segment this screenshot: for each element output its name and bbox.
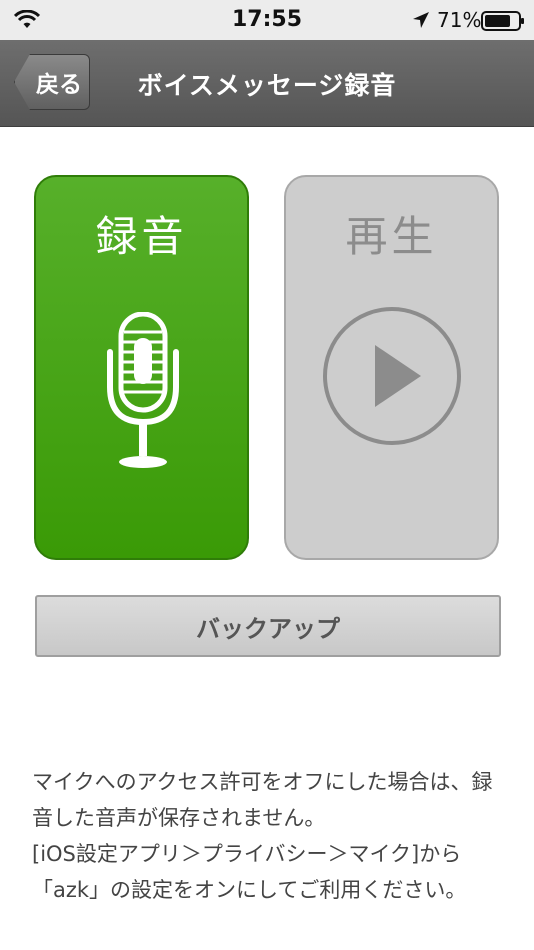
permission-info: マイクへのアクセス許可をオフにした場合は、録 音した音声が保存されません。 [i… (32, 764, 516, 908)
microphone-icon (107, 312, 179, 468)
play-icon (323, 307, 461, 445)
record-label: 録音 (95, 212, 188, 261)
battery-percent: 71% (437, 8, 482, 32)
info-line: [iOS設定アプリ＞プライバシー＞マイク]から (32, 842, 462, 866)
info-line: 「azk」の設定をオンにしてご利用ください。 (32, 878, 467, 902)
page-title: ボイスメッセージ録音 (137, 71, 397, 100)
battery-icon (481, 11, 524, 31)
play-button[interactable]: 再生 (284, 175, 499, 560)
status-bar: 17:55 71% (0, 0, 534, 40)
screen: 17:55 71% 戻る ボイスメッセージ録音 録音 再生 バックアップ マイク… (0, 0, 534, 950)
info-line: 音した音声が保存されません。 (32, 806, 326, 830)
play-label: 再生 (345, 212, 438, 261)
info-line: マイクへのアクセス許可をオフにした場合は、録 (32, 770, 493, 794)
location-arrow-icon (413, 12, 429, 28)
nav-bar: 戻る ボイスメッセージ録音 (0, 40, 534, 127)
backup-button[interactable]: バックアップ (35, 595, 501, 657)
record-button[interactable]: 録音 (34, 175, 249, 560)
